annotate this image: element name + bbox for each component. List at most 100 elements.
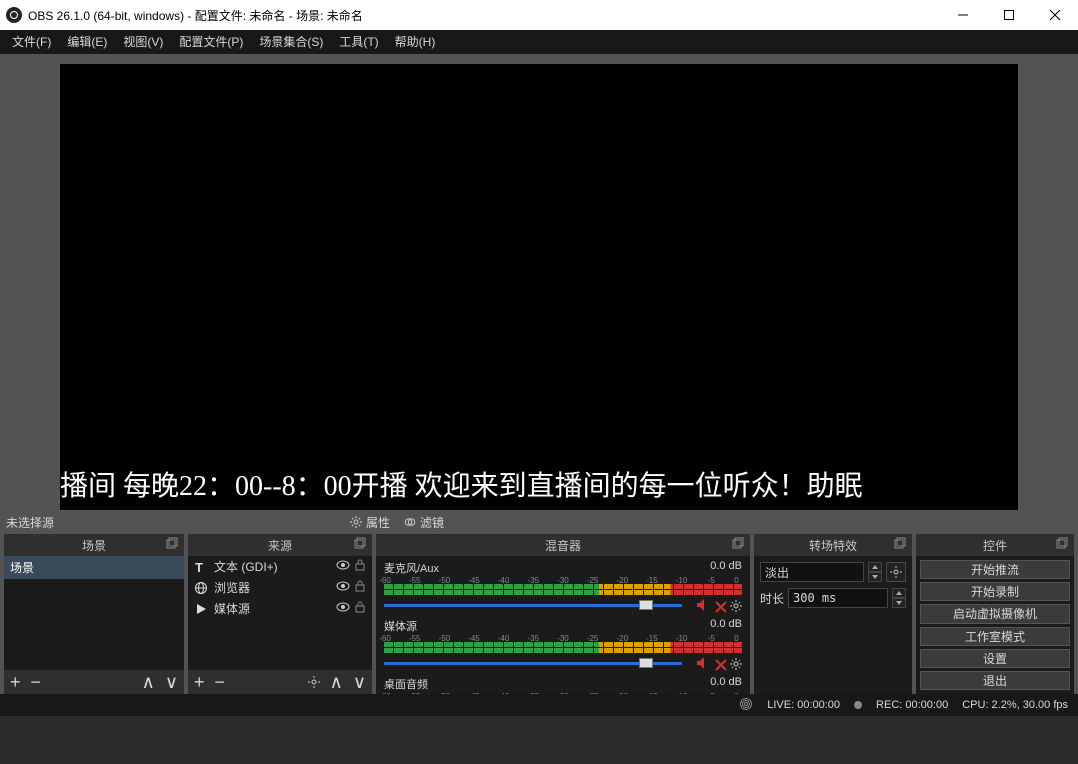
remove-source-button[interactable]: −	[215, 673, 226, 691]
controls-title: 控件	[983, 537, 1007, 554]
exit-button[interactable]: 退出	[920, 671, 1070, 690]
obs-logo-icon	[6, 7, 22, 23]
filter-icon	[404, 516, 416, 528]
popout-icon[interactable]	[732, 537, 746, 551]
menu-help[interactable]: 帮助(H)	[387, 30, 444, 54]
popout-icon[interactable]	[1056, 537, 1070, 551]
source-down-button[interactable]: ∨	[353, 673, 366, 691]
channel-name: 桌面音频	[384, 676, 428, 692]
visibility-toggle[interactable]	[336, 600, 350, 617]
transitions-panel: 转场特效 淡出 时长 300 ms	[754, 534, 912, 694]
filters-button[interactable]: 滤镜	[398, 512, 450, 533]
mixer-panel: 混音器 麦克风/Aux0.0 dB-60-55-50-45-40-35-30-2…	[376, 534, 750, 694]
source-item[interactable]: T 文本 (GDI+)	[188, 556, 372, 577]
filters-label: 滤镜	[420, 514, 444, 531]
mute-button[interactable]	[696, 656, 712, 675]
channel-settings-button[interactable]	[730, 599, 742, 617]
menu-edit[interactable]: 编辑(E)	[59, 30, 115, 54]
popout-icon[interactable]	[354, 537, 368, 551]
rec-indicator-icon	[854, 701, 862, 709]
preview-canvas[interactable]: 播间 每晚22：00--8：00开播 欢迎来到直播间的每一位听众！助眠	[60, 64, 1018, 510]
settings-button[interactable]: 设置	[920, 649, 1070, 668]
globe-icon	[194, 581, 208, 595]
visibility-toggle[interactable]	[336, 558, 350, 575]
controls-panel: 控件 开始推流开始录制启动虚拟摄像机工作室模式设置退出	[916, 534, 1074, 694]
mute-x-icon	[716, 599, 726, 617]
window-minimize-button[interactable]	[940, 0, 986, 30]
scene-up-button[interactable]: ∧	[142, 673, 155, 691]
menu-file[interactable]: 文件(F)	[4, 30, 59, 54]
lock-toggle[interactable]	[354, 580, 366, 595]
source-label: 文本 (GDI+)	[214, 558, 278, 575]
menubar: 文件(F) 编辑(E) 视图(V) 配置文件(P) 场景集合(S) 工具(T) …	[0, 30, 1078, 54]
preview-text-overlay: 播间 每晚22：00--8：00开播 欢迎来到直播间的每一位听众！助眠	[60, 460, 863, 510]
window-title: OBS 26.1.0 (64-bit, windows) - 配置文件: 未命名…	[28, 7, 363, 24]
lock-toggle[interactable]	[354, 559, 366, 574]
scenes-panel: 场景 场景 + − ∧ ∨	[4, 534, 184, 694]
lock-toggle[interactable]	[354, 601, 366, 616]
source-label: 媒体源	[214, 600, 250, 617]
add-scene-button[interactable]: +	[10, 673, 21, 691]
properties-label: 属性	[366, 514, 390, 531]
start-virtual-cam-button[interactable]: 启动虚拟摄像机	[920, 604, 1070, 623]
channel-db: 0.0 dB	[710, 676, 742, 692]
play-icon	[194, 602, 208, 616]
scene-item[interactable]: 场景	[4, 556, 184, 579]
menu-tools[interactable]: 工具(T)	[331, 30, 386, 54]
window-titlebar: OBS 26.1.0 (64-bit, windows) - 配置文件: 未命名…	[0, 0, 1078, 30]
scene-down-button[interactable]: ∨	[165, 673, 178, 691]
source-item[interactable]: 浏览器	[188, 577, 372, 598]
remove-scene-button[interactable]: −	[31, 673, 42, 691]
scenes-title: 场景	[82, 537, 106, 554]
menu-profile[interactable]: 配置文件(P)	[171, 30, 251, 54]
popout-icon[interactable]	[166, 537, 180, 551]
start-streaming-button[interactable]: 开始推流	[920, 560, 1070, 579]
source-settings-button[interactable]	[308, 673, 320, 691]
popout-icon[interactable]	[894, 537, 908, 551]
volume-slider[interactable]	[384, 656, 742, 670]
transition-settings-button[interactable]	[886, 562, 906, 582]
sources-title: 来源	[268, 537, 292, 554]
menu-scene-collection[interactable]: 场景集合(S)	[251, 30, 331, 54]
mixer-channel: 媒体源0.0 dB-60-55-50-45-40-35-30-25-20-15-…	[376, 614, 750, 672]
sources-panel: 来源 T 文本 (GDI+) 浏览器媒体源 + − ∧ ∨	[188, 534, 372, 694]
visibility-toggle[interactable]	[336, 579, 350, 596]
duration-input[interactable]: 300 ms	[788, 588, 888, 608]
text-icon: T	[194, 560, 208, 574]
mute-button[interactable]	[696, 598, 712, 617]
rec-label: REC:	[876, 699, 902, 711]
studio-mode-button[interactable]: 工作室模式	[920, 627, 1070, 646]
mixer-title: 混音器	[545, 537, 581, 554]
source-up-button[interactable]: ∧	[330, 673, 343, 691]
live-label: LIVE:	[767, 699, 794, 711]
status-bar: LIVE: 00:00:00 REC: 00:00:00 CPU: 2.2%, …	[0, 694, 1078, 716]
channel-settings-button[interactable]	[730, 657, 742, 675]
window-maximize-button[interactable]	[986, 0, 1032, 30]
svg-text:T: T	[195, 560, 203, 575]
add-source-button[interactable]: +	[194, 673, 205, 691]
menu-view[interactable]: 视图(V)	[115, 30, 171, 54]
mixer-channel: 桌面音频0.0 dB-60-55-50-45-40-35-30-25-20-15…	[376, 672, 750, 694]
window-close-button[interactable]	[1032, 0, 1078, 30]
mute-x-icon	[716, 657, 726, 675]
duration-label: 时长	[760, 590, 784, 607]
channel-name: 媒体源	[384, 618, 417, 634]
volume-slider[interactable]	[384, 598, 742, 612]
transitions-title: 转场特效	[809, 537, 857, 554]
transition-spinner[interactable]	[868, 562, 882, 582]
mixer-channel: 麦克风/Aux0.0 dB-60-55-50-45-40-35-30-25-20…	[376, 556, 750, 614]
source-item[interactable]: 媒体源	[188, 598, 372, 619]
preview-area: 播间 每晚22：00--8：00开播 欢迎来到直播间的每一位听众！助眠 未选择源…	[0, 54, 1078, 534]
start-recording-button[interactable]: 开始录制	[920, 582, 1070, 601]
scenes-footer: + − ∧ ∨	[4, 670, 184, 694]
docks-row: 场景 场景 + − ∧ ∨ 来源 T 文本 (GDI+) 浏览器媒体源 + − ∧ …	[0, 534, 1078, 694]
channel-name: 麦克风/Aux	[384, 560, 439, 576]
broadcast-icon	[739, 698, 753, 713]
transition-select[interactable]: 淡出	[760, 562, 864, 582]
duration-spinner[interactable]	[892, 588, 906, 608]
source-label: 浏览器	[214, 579, 250, 596]
cpu-fps-label: CPU: 2.2%, 30.00 fps	[962, 699, 1068, 711]
channel-db: 0.0 dB	[710, 618, 742, 634]
source-toolbar: 未选择源 属性 滤镜	[0, 510, 1078, 534]
properties-button[interactable]: 属性	[344, 512, 396, 533]
